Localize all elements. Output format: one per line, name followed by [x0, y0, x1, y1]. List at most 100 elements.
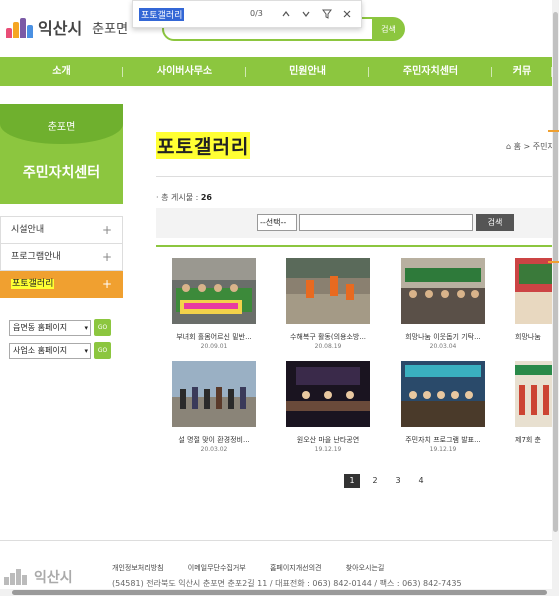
gallery-item[interactable]: 제7회 춘	[499, 361, 559, 445]
site-search-button[interactable]: 검색	[372, 17, 405, 41]
total-label: · 총 게시물 :	[156, 193, 199, 202]
chevron-down-icon[interactable]	[298, 6, 314, 22]
title-divider	[156, 176, 552, 177]
gallery-date: 20.09.01	[200, 343, 228, 350]
logo-text: 익산시	[38, 19, 83, 38]
sidebar-title: 주민자치센터	[22, 165, 101, 181]
breadcrumb-text: 홈 > 주민자	[513, 142, 555, 151]
gallery-divider	[156, 245, 552, 247]
close-icon[interactable]	[339, 6, 355, 22]
office-homepage-select[interactable]: 사업소 홈페이지 ▾	[9, 342, 91, 359]
sidebar-item-label: 프로그램안내	[11, 252, 61, 262]
gallery-thumbnail[interactable]	[172, 258, 256, 324]
page-title: 포토갤러리	[156, 132, 251, 159]
footer-link-feedback[interactable]: 홈페이지개선의견	[270, 564, 322, 572]
nav-item-community-center[interactable]: 주민자치센터	[369, 57, 492, 86]
footer-logo-text: 익산시	[34, 570, 73, 586]
nav-item-civil-service[interactable]: 민원안내	[246, 57, 369, 86]
gallery-thumbnail[interactable]	[515, 361, 555, 427]
footer-divider	[0, 540, 552, 541]
plus-icon: +	[101, 223, 112, 237]
sidebar-item-label: 포토갤러리	[11, 279, 55, 289]
footer-link-email-policy[interactable]: 이메일무단수집거부	[188, 564, 246, 572]
gallery-thumbnail[interactable]	[286, 258, 370, 324]
pagination: 1 2 3 4	[344, 474, 436, 488]
vertical-scrollbar-thumb[interactable]	[553, 12, 558, 532]
sidebar-header: 춘포면 주민자치센터	[0, 104, 123, 204]
scroll-marker	[548, 261, 559, 263]
total-count: 26	[200, 193, 212, 202]
sidebar-item-program[interactable]: 프로그램안내 +	[0, 244, 123, 271]
town-go-button[interactable]: GO	[94, 319, 111, 336]
main-nav: 소개 사이버사무소 민원안내 주민자치센터 커뮤	[0, 57, 552, 86]
page: 익산시 춘포면 검색 포토갤러리 0/3 소개 사이버사무소 민원안내 주민자치…	[0, 0, 559, 596]
plus-icon: +	[101, 277, 112, 291]
gallery-date: 19.12.19	[429, 446, 457, 453]
gallery-date: 20.03.02	[200, 446, 228, 453]
find-query-input[interactable]: 포토갤러리	[139, 7, 185, 21]
nav-item-community[interactable]: 커뮤	[492, 57, 552, 86]
gallery-caption[interactable]: 수해복구 활동(의용소방...	[268, 332, 388, 342]
footer-address: (54581) 전라북도 익산시 춘포면 춘포2길 11 / 대표전화 : 06…	[112, 579, 462, 588]
board-search-input[interactable]	[299, 214, 473, 231]
gallery-caption[interactable]: 원오산 마을 난타공연	[268, 435, 388, 445]
footer-logo: 익산시	[4, 567, 73, 587]
sidebar-item-photo-gallery[interactable]: 포토갤러리 +	[0, 271, 123, 298]
town-homepage-select[interactable]: 읍면동 홈페이지 ▾	[9, 319, 91, 336]
gallery-thumbnail[interactable]	[401, 361, 485, 427]
office-go-button[interactable]: GO	[94, 342, 111, 359]
find-bar: 포토갤러리 0/3	[132, 0, 362, 28]
sidebar-menu: 시설안내 + 프로그램안내 + 포토갤러리 +	[0, 216, 123, 298]
footer-link-privacy[interactable]: 개인정보처리방침	[112, 564, 164, 572]
sidebar-dong-name: 춘포면	[47, 122, 76, 133]
quick-link-office: 사업소 홈페이지 ▾ GO	[9, 342, 114, 359]
horizontal-scrollbar-thumb[interactable]	[12, 590, 547, 595]
scroll-marker	[548, 130, 559, 132]
gallery-date: 20.03.04	[429, 343, 457, 350]
sidebar-item-label: 시설안내	[11, 225, 45, 235]
nav-item-intro[interactable]: 소개	[0, 57, 123, 86]
site-logo[interactable]: 익산시 춘포면	[6, 15, 128, 39]
gallery-caption[interactable]: 설 명절 맞이 환경정비...	[154, 435, 274, 445]
footer-link-directions[interactable]: 찾아오시는길	[346, 564, 385, 572]
gallery-thumbnail[interactable]	[515, 258, 555, 324]
nav-item-cyber-office[interactable]: 사이버사무소	[123, 57, 246, 86]
breadcrumb: ⌂ 홈 > 주민자	[506, 141, 555, 152]
gallery-caption[interactable]: 주민자치 프로그램 발표...	[383, 435, 503, 445]
gallery-item[interactable]: 부녀회 홀몸어르신 밑반... 20.09.01	[156, 258, 256, 350]
plus-icon: +	[101, 250, 112, 264]
search-type-select[interactable]: --선택--	[257, 214, 297, 231]
gallery-item[interactable]: 희망나눔	[499, 258, 559, 342]
board-search-area: --선택-- 검색	[156, 208, 552, 238]
footer-links: 개인정보처리방침 이메일무단수집거부 홈페이지개선의견 찾아오시는길	[112, 563, 406, 573]
filter-icon[interactable]	[319, 6, 335, 22]
page-link[interactable]: 4	[413, 474, 429, 488]
home-icon[interactable]: ⌂	[506, 142, 511, 151]
logo-mark-icon	[6, 16, 34, 38]
page-link-current[interactable]: 1	[344, 474, 360, 488]
gallery-item[interactable]: 희망나눔 이웃돕기 기탁... 20.03.04	[385, 258, 485, 350]
quick-link-town: 읍면동 홈페이지 ▾ GO	[9, 319, 114, 336]
gallery-item[interactable]: 설 명절 맞이 환경정비... 20.03.02	[156, 361, 256, 453]
gallery-item[interactable]: 원오산 마을 난타공연 19.12.19	[270, 361, 370, 453]
office-homepage-select-label: 사업소 홈페이지	[13, 345, 68, 355]
gallery-item[interactable]: 주민자치 프로그램 발표... 19.12.19	[385, 361, 485, 453]
logo-subtitle: 춘포면	[92, 21, 129, 37]
page-link[interactable]: 2	[367, 474, 383, 488]
page-link[interactable]: 3	[390, 474, 406, 488]
chevron-down-icon: ▾	[84, 346, 88, 355]
gallery-thumbnail[interactable]	[286, 361, 370, 427]
gallery-caption[interactable]: 부녀회 홀몸어르신 밑반...	[154, 332, 274, 342]
find-match-count: 0/3	[250, 9, 263, 18]
gallery-caption[interactable]: 희망나눔 이웃돕기 기탁...	[383, 332, 503, 342]
gallery-thumbnail[interactable]	[172, 361, 256, 427]
sidebar-item-facility[interactable]: 시설안내 +	[0, 217, 123, 244]
town-homepage-select-label: 읍면동 홈페이지	[13, 322, 68, 332]
board-search-button[interactable]: 검색	[476, 214, 514, 231]
chevron-up-icon[interactable]	[278, 6, 294, 22]
chevron-down-icon: ▾	[84, 323, 88, 332]
gallery-date: 19.12.19	[314, 446, 342, 453]
footer-logo-mark-icon	[4, 569, 27, 585]
gallery-item[interactable]: 수해복구 활동(의용소방... 20.08.19	[270, 258, 370, 350]
gallery-thumbnail[interactable]	[401, 258, 485, 324]
